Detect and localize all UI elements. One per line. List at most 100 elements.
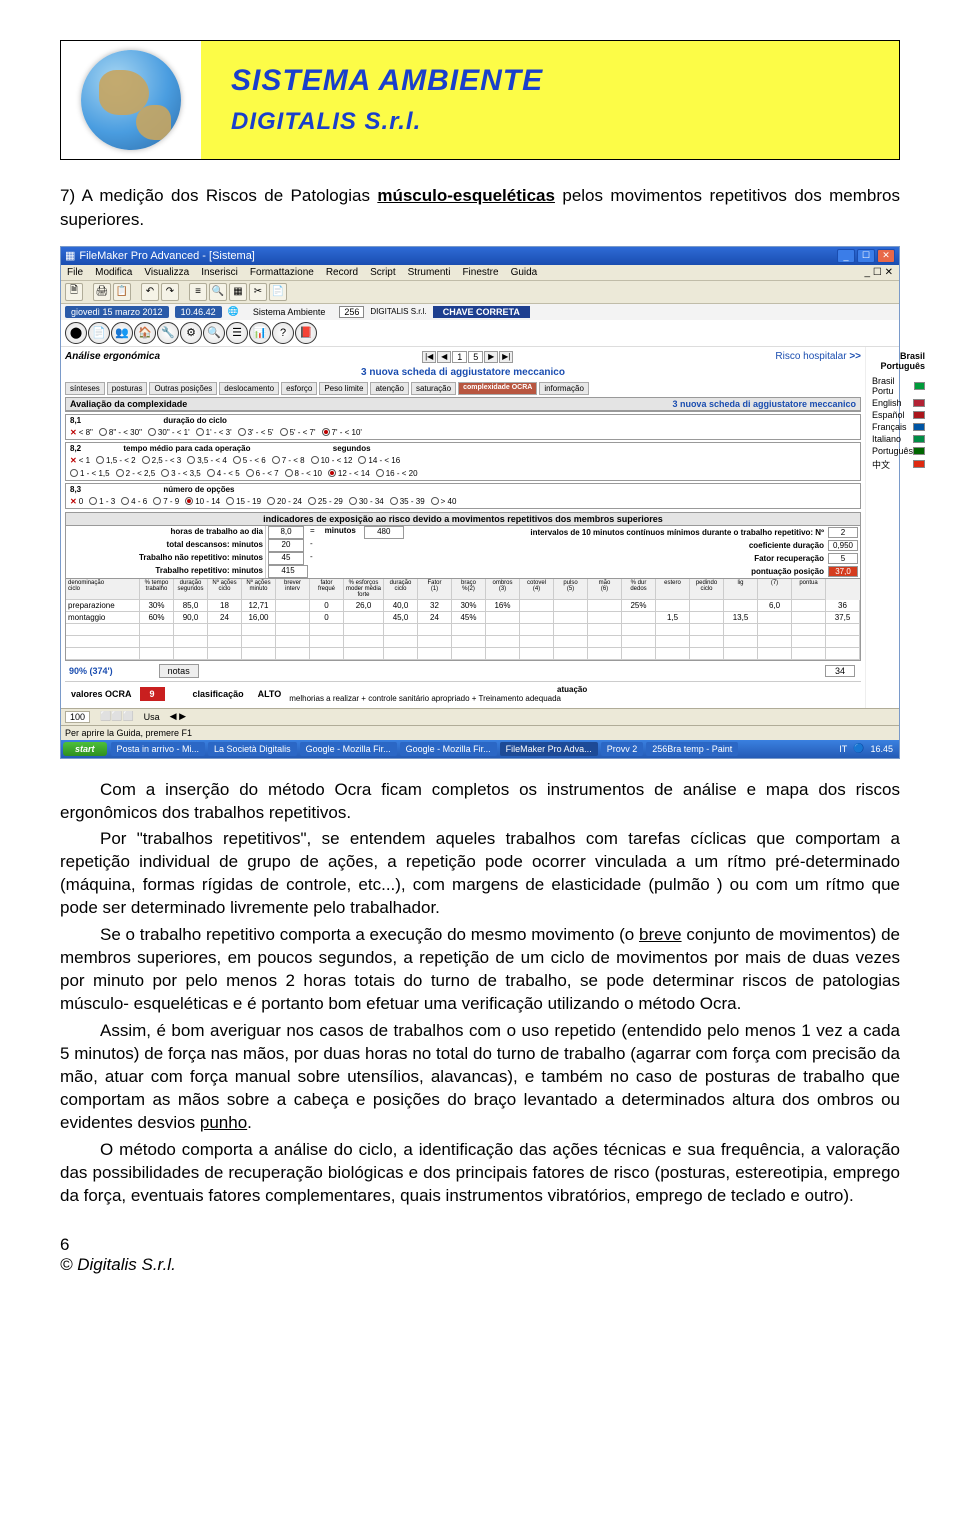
menu-record[interactable]: Record xyxy=(326,267,358,278)
radio-option[interactable]: 1 - 3 xyxy=(89,497,115,506)
menu-modifica[interactable]: Modifica xyxy=(95,267,132,278)
radio-option[interactable]: 7' - < 10' xyxy=(322,428,362,437)
radio-option[interactable]: 14 - < 16 xyxy=(358,456,400,465)
tray-lang[interactable]: IT xyxy=(839,744,847,754)
radio-option[interactable]: 1 - < 1,5 xyxy=(70,469,110,478)
taskbar-item[interactable]: Posta in arrivo - Mi... xyxy=(111,742,206,756)
first-record-button[interactable]: |◀ xyxy=(422,351,436,363)
language-item[interactable]: English xyxy=(872,397,925,409)
last-record-button[interactable]: ▶| xyxy=(499,351,513,363)
tab-deslocamento[interactable]: deslocamento xyxy=(219,382,279,395)
nav-report-icon[interactable]: 📊 xyxy=(249,322,271,344)
radio-option[interactable]: 30" - < 1' xyxy=(148,428,190,437)
radio-option[interactable]: ✕ < 8" xyxy=(70,428,93,437)
language-item[interactable]: Français xyxy=(872,421,925,433)
menu-script[interactable]: Script xyxy=(370,267,396,278)
radio-option[interactable]: 2 - < 2,5 xyxy=(116,469,156,478)
taskbar-item[interactable]: 256Bra temp - Paint xyxy=(646,742,738,756)
tab-esforco[interactable]: esforço xyxy=(281,382,317,395)
language-item[interactable]: Português xyxy=(872,445,925,457)
radio-option[interactable]: 3,5 - < 4 xyxy=(187,456,227,465)
risco-hospitalar-link[interactable]: Risco hospitalar >> xyxy=(775,351,861,362)
radio-option[interactable]: 30 - 34 xyxy=(349,497,384,506)
radio-option[interactable]: 35 - 39 xyxy=(390,497,425,506)
radio-option[interactable]: 3' - < 5' xyxy=(238,428,274,437)
radio-option[interactable]: 1' - < 3' xyxy=(196,428,232,437)
radio-option[interactable]: 1,5 - < 2 xyxy=(96,456,136,465)
toolbar-undo-icon[interactable]: ↶ xyxy=(141,283,159,301)
toolbar-cut-icon[interactable]: ✂ xyxy=(249,283,267,301)
next-record-button[interactable]: ▶ xyxy=(484,351,498,363)
tab-saturacao[interactable]: saturação xyxy=(411,382,456,395)
tab-atencao[interactable]: atenção xyxy=(370,382,408,395)
nav-house-icon[interactable]: 🏠 xyxy=(134,322,156,344)
close-button[interactable]: ✕ xyxy=(877,249,895,263)
nav-list-icon[interactable]: ☰ xyxy=(226,322,248,344)
language-item[interactable]: 中文 xyxy=(872,457,925,472)
language-item[interactable]: Italiano xyxy=(872,433,925,445)
radio-option[interactable]: 16 - < 20 xyxy=(376,469,418,478)
toolbar-print-icon[interactable]: 🖨 xyxy=(93,283,111,301)
radio-option[interactable]: 4 - 6 xyxy=(121,497,147,506)
nav-gear-icon[interactable]: ⚙ xyxy=(180,322,202,344)
taskbar-item[interactable]: Google - Mozilla Fir... xyxy=(400,742,497,756)
radio-option[interactable]: 8 - < 10 xyxy=(285,469,322,478)
radio-option[interactable]: 5' - < 7' xyxy=(280,428,316,437)
tab-ocra[interactable]: complexidade OCRA xyxy=(458,382,537,395)
radio-option[interactable]: 10 - 14 xyxy=(185,497,220,506)
notas-button[interactable]: notas xyxy=(159,664,199,678)
radio-option[interactable]: 6 - < 7 xyxy=(246,469,279,478)
toolbar-redo-icon[interactable]: ↷ xyxy=(161,283,179,301)
menu-file[interactable]: File xyxy=(67,267,83,278)
menu-guida[interactable]: Guida xyxy=(511,267,538,278)
menu-strumenti[interactable]: Strumenti xyxy=(408,267,451,278)
nav-doc-icon[interactable]: 📄 xyxy=(88,322,110,344)
radio-option[interactable]: 10 - < 12 xyxy=(311,456,353,465)
toolbar-paste-icon[interactable]: 📄 xyxy=(269,283,287,301)
nav-circle-icon[interactable]: ⬤ xyxy=(65,322,87,344)
intervalos-input[interactable]: 2 xyxy=(828,527,858,538)
radio-option[interactable]: ✕ < 1 xyxy=(70,456,90,465)
menu-finestre[interactable]: Finestre xyxy=(462,267,498,278)
radio-option[interactable]: 7 - 9 xyxy=(153,497,179,506)
radio-option[interactable]: 8" - < 30" xyxy=(99,428,142,437)
radio-option[interactable]: 4 - < 5 xyxy=(207,469,240,478)
radio-option[interactable]: 3 - < 3,5 xyxy=(161,469,201,478)
taskbar-item[interactable]: Provv 2 xyxy=(601,742,644,756)
language-item[interactable]: Español xyxy=(872,409,925,421)
radio-option[interactable]: 5 - < 6 xyxy=(233,456,266,465)
menu-inserisci[interactable]: Inserisci xyxy=(201,267,238,278)
prev-record-button[interactable]: ◀ xyxy=(437,351,451,363)
toolbar-new-icon[interactable]: 🗎 xyxy=(65,283,83,301)
maximize-button[interactable]: ☐ xyxy=(857,249,875,263)
radio-option[interactable]: 20 - 24 xyxy=(267,497,302,506)
language-item[interactable]: Brasil Portu xyxy=(872,375,925,397)
nav-help-icon[interactable]: ? xyxy=(272,322,294,344)
taskbar-item[interactable]: La Società Digitalis xyxy=(208,742,297,756)
tray-network-icon[interactable]: 🔵 xyxy=(853,743,864,754)
toolbar-copy-icon[interactable]: 📋 xyxy=(113,283,131,301)
radio-option[interactable]: 25 - 29 xyxy=(308,497,343,506)
toolbar-view-icon[interactable]: ▦ xyxy=(229,283,247,301)
radio-option[interactable]: 2,5 - < 3 xyxy=(142,456,182,465)
nav-tool-icon[interactable]: 🔧 xyxy=(157,322,179,344)
minimize-button[interactable]: _ xyxy=(837,249,855,263)
taskbar-item[interactable]: Google - Mozilla Fir... xyxy=(300,742,397,756)
radio-option[interactable]: 7 - < 8 xyxy=(272,456,305,465)
radio-option[interactable]: 15 - 19 xyxy=(226,497,261,506)
menu-formattazione[interactable]: Formattazione xyxy=(250,267,314,278)
radio-option[interactable]: ✕ 0 xyxy=(70,497,83,506)
tab-peso[interactable]: Peso limite xyxy=(319,382,368,395)
tab-sinteses[interactable]: sínteses xyxy=(65,382,105,395)
start-button[interactable]: start xyxy=(63,742,107,756)
nav-book-icon[interactable]: 📕 xyxy=(295,322,317,344)
toolbar-find-icon[interactable]: 🔍 xyxy=(209,283,227,301)
nav-people-icon[interactable]: 👥 xyxy=(111,322,133,344)
tab-outras[interactable]: Outras posições xyxy=(149,382,217,395)
menubar[interactable]: File Modifica Visualizza Inserisci Forma… xyxy=(61,265,899,281)
tab-informacao[interactable]: informação xyxy=(539,382,589,395)
toolbar-sort-icon[interactable]: ≡ xyxy=(189,283,207,301)
taskbar-item[interactable]: FileMaker Pro Adva... xyxy=(500,742,598,756)
tab-posturas[interactable]: posturas xyxy=(107,382,148,395)
radio-option[interactable]: 12 - < 14 xyxy=(328,469,370,478)
